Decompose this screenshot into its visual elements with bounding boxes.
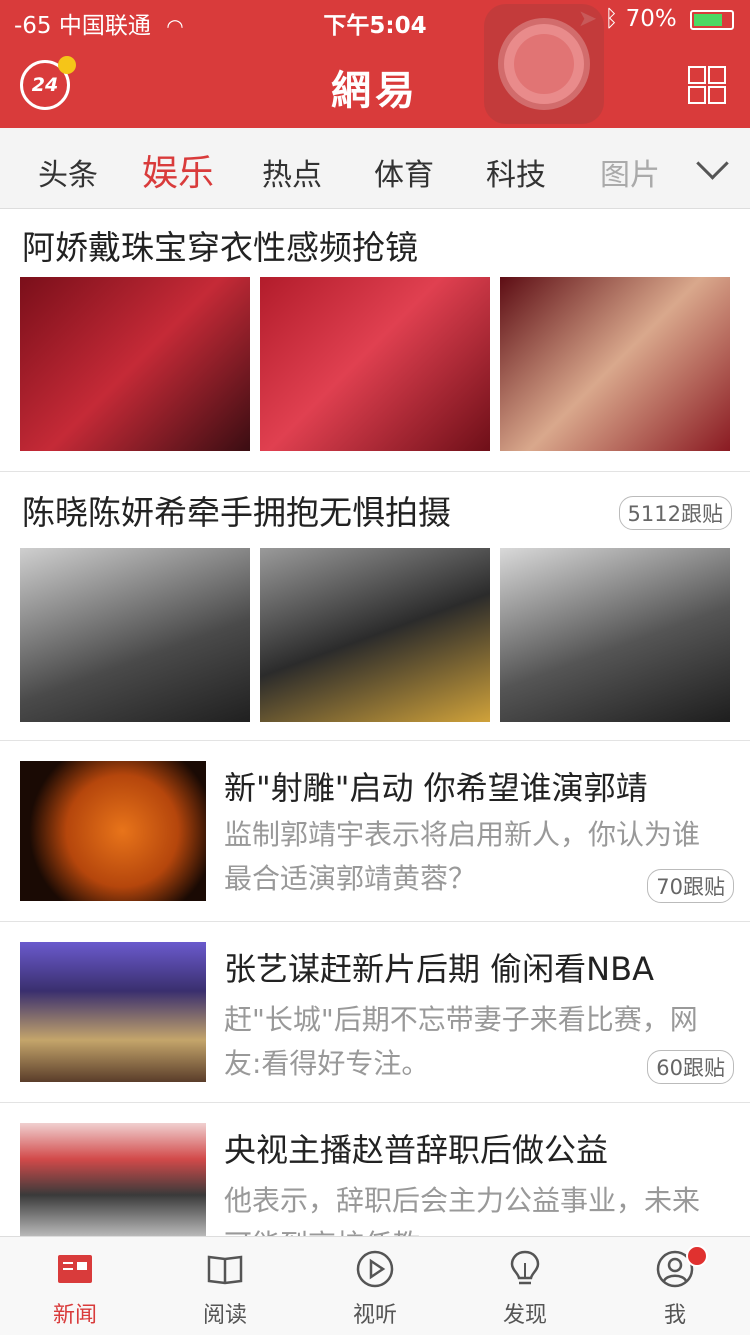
article-title: 新"射雕"启动 你希望谁演郭靖 [224,769,648,807]
news-item[interactable]: 阿娇戴珠宝穿衣性感频抢镜 [0,209,750,472]
tabbar-read[interactable]: 阅读 [150,1237,300,1335]
article-title: 陈晓陈妍希牵手拥抱无惧拍摄 [22,493,451,532]
tabbar-video[interactable]: 视听 [300,1237,450,1335]
article-photo [260,548,490,722]
tabbar-me[interactable]: 我 [600,1237,750,1335]
tabbar-news[interactable]: 新闻 [0,1237,150,1335]
channel-tabs: 头条 娱乐 热点 体育 科技 图片 [0,128,750,209]
assistive-touch-button[interactable] [484,4,604,124]
grid-icon[interactable] [688,66,726,104]
lightbulb-icon [510,1250,540,1285]
tab-hot[interactable]: 热点 [262,150,322,194]
tab-tech[interactable]: 科技 [486,150,546,194]
tabbar-discover[interactable]: 发现 [450,1237,600,1335]
article-thumbnail [20,761,206,901]
battery-icon [690,9,734,30]
tab-pictures[interactable]: 图片 [600,150,660,194]
comment-count[interactable]: 70跟贴 [647,869,734,903]
article-photo [500,277,730,451]
notification-dot [686,1245,708,1267]
bottom-tab-bar: 新闻 阅读 视听 发现 我 [0,1236,750,1335]
tab-headline[interactable]: 头条 [38,150,98,194]
article-summary: 他表示，辞职后会主力公益事业，未来可能到高校任教 [224,1184,701,1239]
article-title: 张艺谋赶新片后期 偷闲看NBA [224,950,654,988]
article-photo [20,548,250,722]
top-header: -65 中国联通 ◠ 下午5:04 ➤ ᛒ 70% 24 網易 [0,0,750,128]
news-item[interactable]: 新"射雕"启动 你希望谁演郭靖 监制郭靖宇表示将启用新人，你认为谁最合适演郭靖黄… [0,741,750,922]
tabbar-label: 阅读 [202,1303,247,1328]
comment-count[interactable]: 5112跟贴 [618,496,732,530]
battery-percent: 70% [625,6,677,32]
article-photo [500,548,730,722]
tab-sports[interactable]: 体育 [374,150,434,194]
news-item[interactable]: 张艺谋赶新片后期 偷闲看NBA 赶"长城"后期不忘带妻子来看比赛，网友:看得好专… [0,922,750,1103]
article-title: 阿娇戴珠宝穿衣性感频抢镜 [22,228,418,267]
bluetooth-icon: ᛒ [604,6,619,32]
chevron-down-icon[interactable] [696,147,729,180]
tabbar-label: 视听 [352,1303,397,1328]
tab-entertainment[interactable]: 娱乐 [142,144,214,196]
news-item[interactable]: 陈晓陈妍希牵手拥抱无惧拍摄 5112跟贴 [0,472,750,741]
play-icon [356,1250,394,1288]
comment-count[interactable]: 60跟贴 [647,1050,734,1084]
article-photo [20,277,250,451]
book-icon [207,1255,243,1285]
news-feed: 阿娇戴珠宝穿衣性感频抢镜 陈晓陈妍希牵手拥抱无惧拍摄 5112跟贴 新"射雕"启… [0,209,750,1283]
news-icon [58,1255,92,1283]
tabbar-label: 发现 [502,1303,547,1328]
article-thumbnail [20,1123,206,1243]
article-photo [260,277,490,451]
article-thumbnail [20,942,206,1082]
article-title: 央视主播赵普辞职后做公益 [224,1131,609,1169]
tabbar-label: 我 [663,1303,686,1328]
tabbar-label: 新闻 [52,1303,97,1328]
status-bar: -65 中国联通 ◠ 下午5:04 ➤ ᛒ 70% [0,0,750,40]
app-logo: 網易 [331,67,419,114]
